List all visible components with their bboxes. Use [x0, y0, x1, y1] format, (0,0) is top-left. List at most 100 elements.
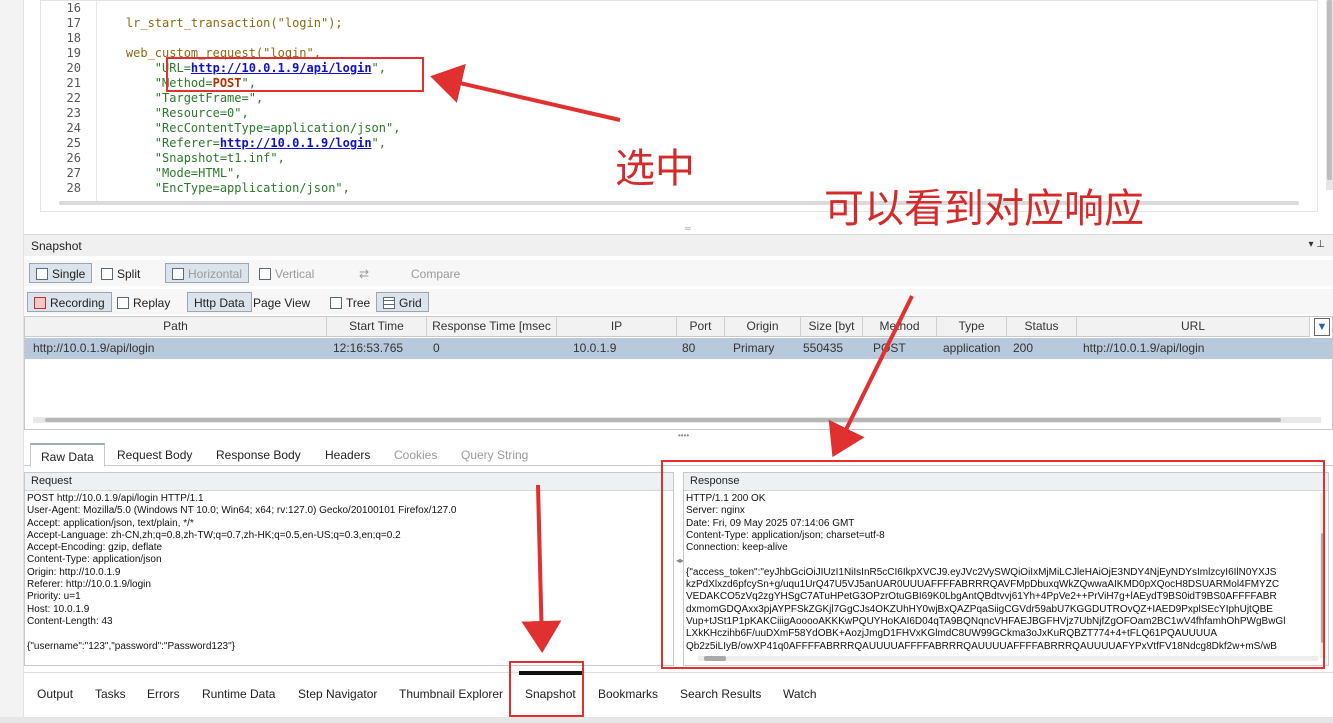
line-number: 26: [66, 151, 81, 165]
grid-button[interactable]: Grid: [376, 292, 429, 312]
tree-icon: [330, 297, 342, 309]
splitter-handle[interactable]: ═: [685, 224, 691, 233]
line-number: 17: [66, 16, 81, 30]
table-cell: 550435: [803, 341, 844, 355]
column-header[interactable]: Status: [1007, 317, 1077, 337]
tab-cookies[interactable]: Cookies: [384, 443, 447, 467]
column-header[interactable]: Response Time [msec: [427, 317, 557, 337]
data-toolbar: Recording Replay Http Data Page View Tre…: [24, 289, 1333, 315]
horizontal-icon: [172, 268, 184, 280]
bottom-panel-tabs: Output Tasks Errors Runtime Data Step Naviga…: [24, 671, 1333, 717]
table-cell: application: [943, 341, 1001, 355]
tree-label: Tree: [346, 296, 371, 310]
editor-vertical-scrollbar[interactable]: [1326, 0, 1333, 190]
vertical-icon: [259, 268, 271, 280]
column-header[interactable]: IP: [557, 317, 677, 337]
code-text: lr_start_transaction("login");: [97, 16, 343, 30]
grid-horizontal-scrollbar[interactable]: [33, 417, 1321, 423]
sync-icon[interactable]: ⇄: [352, 263, 376, 283]
line-number: 16: [66, 1, 81, 15]
tab-watch[interactable]: Watch: [783, 687, 817, 701]
tab-errors[interactable]: Errors: [147, 687, 180, 701]
replay-label: Replay: [133, 296, 171, 310]
line-number: 20: [66, 61, 81, 75]
code-line[interactable]: 18: [41, 31, 1311, 46]
single-view-icon: [36, 268, 48, 280]
table-cell: 80: [682, 341, 696, 355]
filter-icon[interactable]: ▼: [1314, 318, 1330, 336]
tab-runtime-data[interactable]: Runtime Data: [202, 687, 275, 701]
tree-button[interactable]: Tree: [323, 292, 377, 312]
request-raw-text[interactable]: POST http://10.0.1.9/api/login HTTP/1.1 …: [25, 491, 673, 653]
view-toolbar: Single Split Horizontal Vertical ⇄ Compa…: [24, 260, 1333, 286]
response-annotation-label: 可以看到对应响应: [824, 186, 1144, 232]
code-text: "RecContentType=application/json",: [97, 121, 401, 135]
tab-raw-data[interactable]: Raw Data: [30, 443, 105, 467]
panel-controls[interactable]: ▾ ⊥: [1308, 239, 1325, 250]
column-header[interactable]: Type: [937, 317, 1007, 337]
grid-label: Grid: [399, 296, 422, 310]
selected-url-highlight-box: [166, 57, 424, 92]
response-highlight-box: [661, 460, 1325, 669]
tab-response-body[interactable]: Response Body: [206, 443, 311, 467]
line-number: 24: [66, 121, 81, 135]
column-header[interactable]: Origin: [725, 317, 801, 337]
tab-output[interactable]: Output: [37, 687, 73, 701]
recording-label: Recording: [50, 296, 105, 310]
split-view-button[interactable]: Split: [94, 263, 147, 283]
single-view-button[interactable]: Single: [29, 263, 93, 283]
code-text: "EncType=application/json",: [97, 181, 350, 195]
tab-step-navigator[interactable]: Step Navigator: [298, 687, 377, 701]
line-number: 25: [66, 136, 81, 150]
tab-tasks[interactable]: Tasks: [95, 687, 126, 701]
tab-query-string[interactable]: Query String: [451, 443, 538, 467]
http-requests-grid: Path Start Time Response Time [msec IP Port O…: [24, 316, 1333, 430]
table-cell: 200: [1013, 341, 1034, 355]
code-text: "Resource=0",: [97, 106, 249, 120]
code-line[interactable]: 24 "RecContentType=application/json",: [41, 121, 1311, 136]
select-annotation-label: 选中: [615, 146, 695, 192]
code-text: "TargetFrame=",: [97, 91, 264, 105]
single-view-label: Single: [52, 267, 86, 281]
code-line[interactable]: 17 lr_start_transaction("login");: [41, 16, 1311, 31]
vertical-label: Vertical: [275, 267, 315, 281]
column-header[interactable]: Path: [25, 317, 327, 337]
tab-search-results[interactable]: Search Results: [680, 687, 761, 701]
column-header[interactable]: Port: [677, 317, 725, 337]
line-number: 22: [66, 91, 81, 105]
horizontal-label: Horizontal: [188, 267, 243, 281]
tab-headers[interactable]: Headers: [315, 443, 380, 467]
snapshot-panel-header: Snapshot ▾ ⊥: [24, 234, 1333, 256]
tab-thumbnail-explorer[interactable]: Thumbnail Explorer: [399, 687, 503, 701]
column-header[interactable]: URL: [1077, 317, 1310, 337]
split-view-label: Split: [117, 267, 141, 281]
http-data-button[interactable]: Http Data: [187, 292, 252, 312]
table-cell: 10.0.1.9: [573, 341, 617, 355]
splitter-handle[interactable]: ••••: [678, 431, 689, 440]
snapshot-tab-highlight-box: [509, 661, 584, 717]
compare-button[interactable]: Compare: [404, 263, 467, 283]
status-strip: [0, 717, 1333, 723]
line-number: 21: [66, 76, 81, 90]
recording-button[interactable]: Recording: [27, 292, 112, 312]
line-number: 18: [66, 31, 81, 45]
vertical-button[interactable]: Vertical: [252, 263, 321, 283]
table-cell: 12:16:53.765: [333, 341, 404, 355]
table-cell: http://10.0.1.9/api/login: [1083, 341, 1205, 355]
tab-bookmarks[interactable]: Bookmarks: [598, 687, 658, 701]
column-header[interactable]: Method: [863, 317, 937, 337]
code-text: "Mode=HTML",: [97, 166, 242, 180]
code-line[interactable]: 16: [41, 1, 1311, 16]
tab-request-body[interactable]: Request Body: [107, 443, 202, 467]
horizontal-button[interactable]: Horizontal: [165, 263, 250, 283]
code-line[interactable]: 22 "TargetFrame=",: [41, 91, 1311, 106]
column-header[interactable]: Size [byt: [801, 317, 863, 337]
column-header[interactable]: Start Time: [327, 317, 427, 337]
snapshot-panel-title: Snapshot: [31, 239, 82, 253]
code-line[interactable]: 23 "Resource=0",: [41, 106, 1311, 121]
request-pane-title: Request: [25, 473, 673, 491]
table-row[interactable]: http://10.0.1.9/api/login 12:16:53.765 0 10…: [25, 338, 1332, 359]
code-text: "Snapshot=t1.inf",: [97, 151, 285, 165]
page-view-button[interactable]: Page View: [246, 292, 317, 312]
replay-button[interactable]: Replay: [110, 292, 177, 312]
